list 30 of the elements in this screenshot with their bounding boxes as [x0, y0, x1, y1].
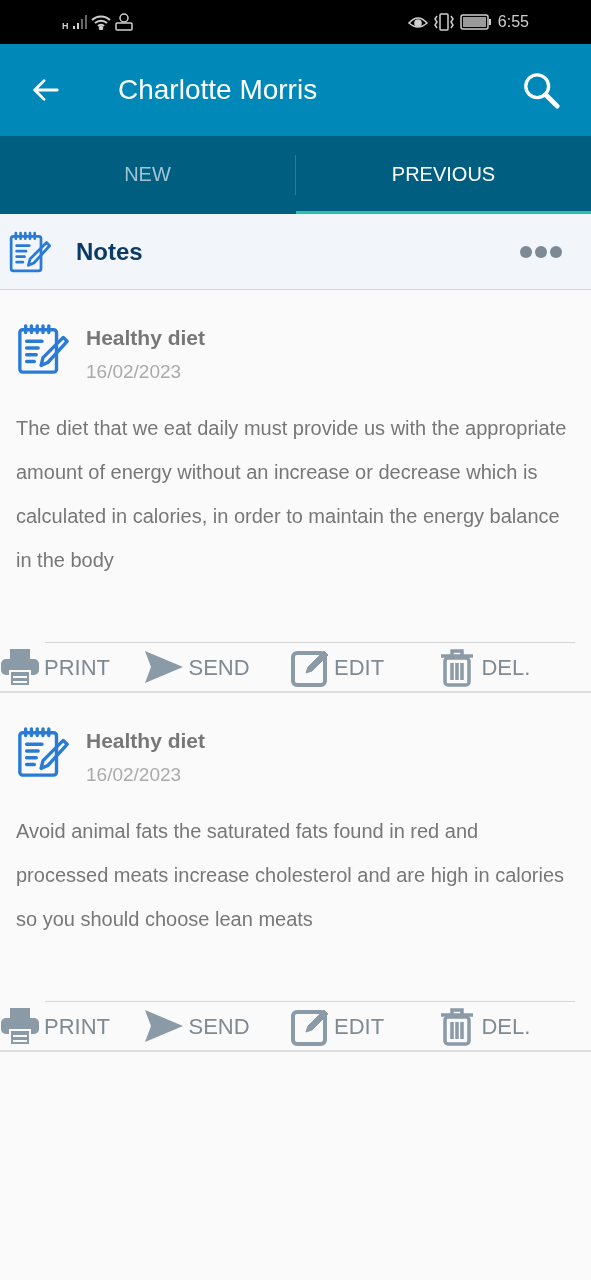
clock-time: 6:55 — [497, 12, 529, 32]
app-bar-title: Charlotte Morris — [118, 73, 319, 107]
printer-icon — [0, 647, 40, 687]
section-title: Notes — [76, 236, 144, 267]
notepad-icon — [16, 322, 70, 376]
action-button[interactable]: DEL. — [437, 645, 575, 689]
note-date: 16/02/2023 — [86, 359, 183, 384]
vibrate-icon — [433, 13, 454, 31]
notepad-icon — [16, 725, 70, 779]
note-title: Healthy diet — [86, 728, 206, 754]
printer-icon — [0, 1006, 40, 1046]
wifi-icon — [90, 14, 111, 30]
note-title: Healthy diet — [86, 325, 206, 351]
action-button[interactable]: DEL. — [437, 1004, 575, 1048]
note-body: Avoid animal fats the saturated fats found in red and processed meats increase cholesterol and are high in calories so you should choose lean meats — [15, 819, 566, 932]
tab[interactable]: NEW — [0, 136, 295, 214]
action-button[interactable]: EDIT — [289, 1004, 438, 1048]
network-type: H — [62, 20, 69, 34]
signal-icon — [72, 15, 87, 29]
notification-icon — [114, 13, 133, 31]
search-button[interactable] — [521, 70, 561, 110]
eye-icon — [407, 15, 428, 29]
action-button[interactable]: PRINT — [0, 645, 145, 689]
action-button[interactable]: EDIT — [289, 645, 438, 689]
action-button[interactable]: SEND — [144, 645, 290, 689]
action-button[interactable]: SEND — [144, 1004, 290, 1048]
battery-icon — [459, 14, 492, 30]
note-date: 16/02/2023 — [86, 762, 183, 787]
action-button[interactable]: PRINT — [0, 1004, 145, 1048]
note-body: The diet that we eat daily must provide us with the appropriate amount of energy without an increase or decrease which is calculated in calories, in order to maintain the energy balance in the body — [15, 416, 568, 573]
